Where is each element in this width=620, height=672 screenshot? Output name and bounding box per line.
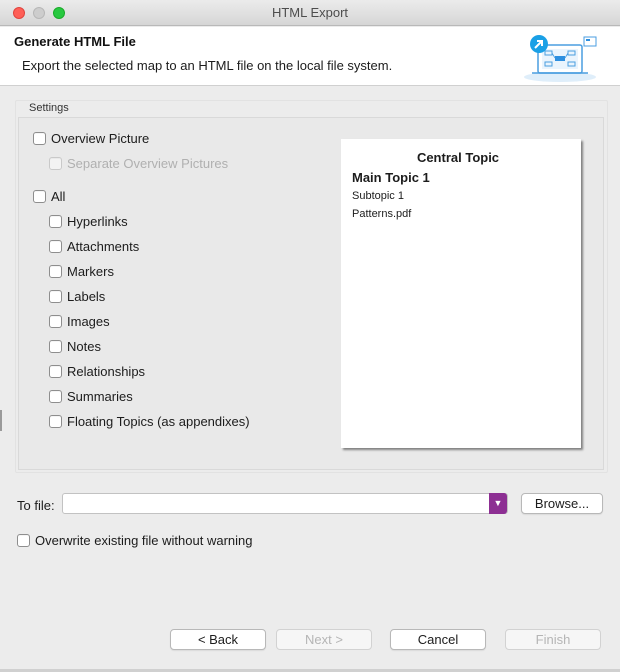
floating-topics-checkbox[interactable]: Floating Topics (as appendixes) — [49, 412, 250, 430]
checkbox-box — [49, 156, 62, 170]
preview-subtopic: Subtopic 1 — [352, 190, 404, 202]
window-titlebar: HTML Export — [0, 0, 620, 26]
chevron-down-icon[interactable]: ▼ — [489, 493, 507, 514]
checkbox-box[interactable] — [49, 214, 62, 228]
finish-button: Finish — [505, 629, 601, 650]
cancel-button[interactable]: Cancel — [390, 629, 486, 650]
browse-button[interactable]: Browse... — [521, 493, 603, 514]
labels-checkbox[interactable]: Labels — [49, 287, 105, 305]
checkbox-box[interactable] — [49, 414, 62, 428]
checkbox-box[interactable] — [49, 314, 62, 328]
page-description: Export the selected map to an HTML file … — [22, 58, 393, 73]
checkbox-box[interactable] — [49, 239, 62, 253]
back-button[interactable]: < Back — [170, 629, 266, 650]
preview-attachment: Patterns.pdf — [352, 208, 412, 220]
next-button: Next > — [276, 629, 372, 650]
export-to-html-illustration-icon — [524, 35, 597, 82]
checkbox-label: Relationships — [67, 363, 146, 379]
checkbox-box[interactable] — [17, 533, 30, 547]
images-checkbox[interactable]: Images — [49, 312, 110, 330]
relationships-checkbox[interactable]: Relationships — [49, 362, 145, 380]
page-title: Generate HTML File — [14, 34, 136, 49]
checkbox-label: Images — [67, 313, 110, 329]
attachments-checkbox[interactable]: Attachments — [49, 237, 139, 255]
checkbox-label: Markers — [67, 263, 114, 279]
overview-picture-checkbox[interactable]: Overview Picture — [33, 129, 149, 147]
markers-checkbox[interactable]: Markers — [49, 262, 114, 280]
checkbox-label: Separate Overview Pictures — [67, 155, 229, 171]
checkbox-box[interactable] — [49, 264, 62, 278]
to-file-combobox[interactable]: ▼ — [62, 493, 508, 514]
checkbox-box[interactable] — [49, 289, 62, 303]
checkbox-box[interactable] — [49, 364, 62, 378]
checkbox-label: Notes — [67, 338, 101, 354]
checkbox-label: Hyperlinks — [67, 213, 128, 229]
checkbox-box[interactable] — [33, 131, 46, 145]
checkbox-label: Floating Topics (as appendixes) — [67, 413, 250, 429]
checkbox-box[interactable] — [49, 339, 62, 353]
separate-overview-pictures-checkbox: Separate Overview Pictures — [49, 154, 228, 172]
to-file-input[interactable] — [63, 494, 488, 513]
preview-central-topic: Central Topic — [416, 150, 500, 165]
checkbox-label: Overview Picture — [51, 130, 150, 146]
checkbox-label: Overwrite existing file without warning — [35, 532, 253, 548]
hyperlinks-checkbox[interactable]: Hyperlinks — [49, 212, 128, 230]
to-file-label: To file: — [17, 498, 55, 513]
preview-main-topic: Main Topic 1 — [352, 170, 430, 185]
checkbox-box[interactable] — [49, 389, 62, 403]
checkbox-box[interactable] — [33, 189, 46, 203]
window-title: HTML Export — [271, 5, 349, 20]
checkbox-label: Labels — [67, 288, 106, 304]
summaries-checkbox[interactable]: Summaries — [49, 387, 133, 405]
settings-group-label: Settings — [29, 102, 69, 114]
export-preview: Central Topic Main Topic 1 Subtopic 1 Pa… — [341, 139, 581, 448]
checkbox-label: Attachments — [67, 238, 140, 254]
checkbox-label: All — [51, 188, 66, 204]
all-checkbox[interactable]: All — [33, 187, 65, 205]
background-window-edge — [0, 410, 2, 431]
checkbox-label: Summaries — [67, 388, 133, 404]
notes-checkbox[interactable]: Notes — [49, 337, 101, 355]
overwrite-checkbox[interactable]: Overwrite existing file without warning — [17, 531, 252, 549]
wizard-header: Generate HTML File Export the selected m… — [0, 27, 620, 86]
